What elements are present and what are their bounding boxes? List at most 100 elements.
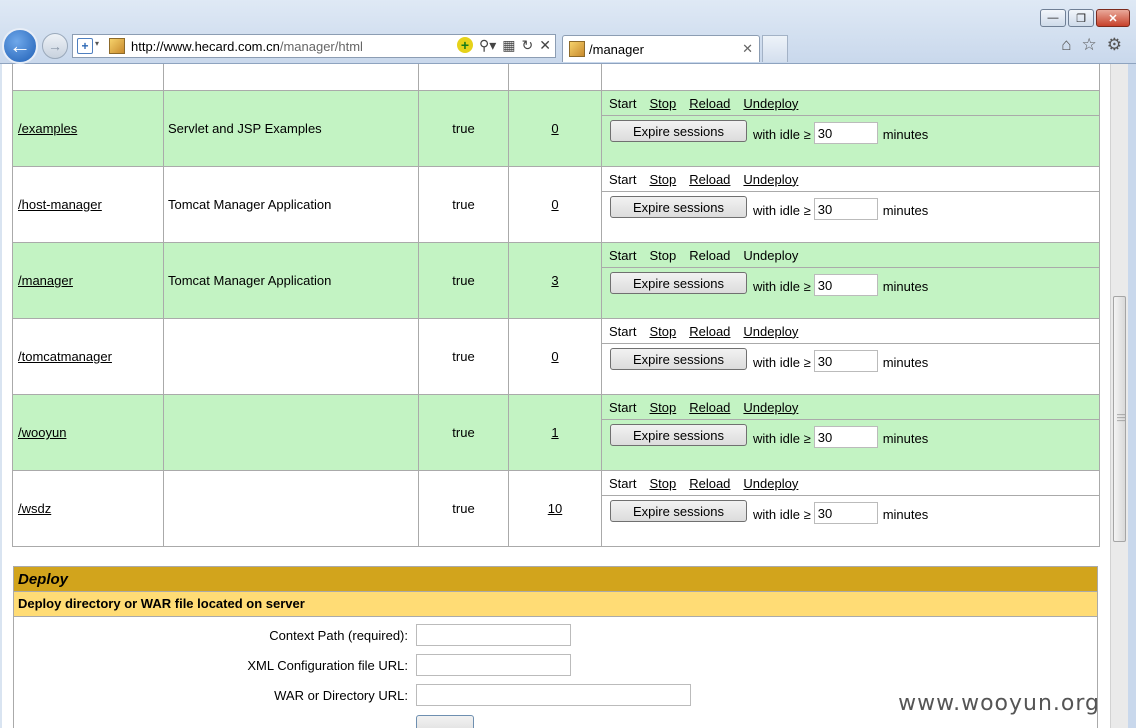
undeploy-link[interactable]: Undeploy bbox=[743, 172, 798, 187]
app-path-link[interactable]: /manager bbox=[18, 273, 73, 288]
expire-sessions-button[interactable]: Expire sessions bbox=[610, 424, 747, 446]
app-path-link[interactable]: /wsdz bbox=[18, 501, 51, 516]
xml-config-input[interactable] bbox=[416, 654, 571, 676]
app-path-cell: /tomcatmanager bbox=[12, 318, 164, 395]
undeploy-link[interactable]: Undeploy bbox=[743, 476, 798, 491]
start-text: Start bbox=[609, 323, 637, 339]
sessions-cell: 10 bbox=[508, 470, 602, 547]
idle-minutes-input[interactable] bbox=[813, 502, 878, 524]
minutes-label: minutes bbox=[882, 431, 929, 446]
toolbar-right-icons: ⌂ ☆ ⚙ bbox=[1061, 35, 1122, 55]
stop-text: Stop bbox=[649, 247, 677, 263]
forward-button[interactable]: → bbox=[42, 33, 68, 59]
address-bar[interactable]: + ▾ http://www.hecard.com.cn/manager/htm… bbox=[72, 34, 556, 58]
dropdown-caret-icon[interactable]: ▾ bbox=[95, 39, 99, 48]
expire-sessions-button[interactable]: Expire sessions bbox=[610, 120, 747, 142]
tab-title: /manager bbox=[589, 42, 644, 57]
sessions-link[interactable]: 0 bbox=[551, 121, 558, 136]
table-row: /tomcatmanager true 0 Start Stop Reload Undepl… bbox=[12, 318, 1100, 395]
stop-link[interactable]: Stop bbox=[649, 324, 676, 339]
context-path-input[interactable] bbox=[416, 624, 571, 646]
war-url-input[interactable] bbox=[416, 684, 691, 706]
browser-tab[interactable]: /manager ✕ bbox=[562, 35, 760, 62]
favorites-star-icon[interactable]: ☆ bbox=[1082, 35, 1097, 55]
expire-sessions-button[interactable]: Expire sessions bbox=[610, 500, 747, 522]
window-controls: — ❐ ✕ bbox=[1040, 9, 1130, 27]
minimize-button[interactable]: — bbox=[1040, 9, 1066, 27]
home-icon[interactable]: ⌂ bbox=[1061, 35, 1071, 55]
sessions-cell: 3 bbox=[508, 242, 602, 319]
idle-minutes-input[interactable] bbox=[813, 426, 878, 448]
refresh-icon[interactable]: ↻ bbox=[522, 37, 534, 54]
forward-arrow-icon: → bbox=[48, 38, 62, 54]
reload-text: Reload bbox=[689, 247, 731, 263]
app-path-cell: /examples bbox=[12, 90, 164, 167]
sessions-link[interactable]: 10 bbox=[548, 501, 562, 516]
running-cell: true bbox=[418, 470, 509, 547]
sessions-cell: 1 bbox=[508, 394, 602, 471]
undeploy-link[interactable]: Undeploy bbox=[743, 400, 798, 415]
app-path-cell: /manager bbox=[12, 242, 164, 319]
command-links: Start Stop Reload Undeploy bbox=[602, 395, 1099, 420]
idle-minutes-input[interactable] bbox=[813, 350, 878, 372]
sessions-link[interactable]: 0 bbox=[551, 349, 558, 364]
reload-link[interactable]: Reload bbox=[689, 400, 730, 415]
tab-close-icon[interactable]: ✕ bbox=[742, 41, 753, 57]
table-row: /wsdz true 10 Start Stop Reload Undeploy Expire… bbox=[12, 470, 1100, 547]
stop-link[interactable]: Stop bbox=[649, 400, 676, 415]
sessions-link[interactable]: 0 bbox=[551, 197, 558, 212]
app-path-cell: /wooyun bbox=[12, 394, 164, 471]
stop-link[interactable]: Stop bbox=[649, 96, 676, 111]
commands-cell: Start Stop Reload Undeploy Expire sessions wi… bbox=[601, 166, 1100, 243]
idle-label: with idle ≥ bbox=[753, 203, 811, 218]
security-shield-icon[interactable]: + bbox=[77, 38, 93, 54]
undeploy-link[interactable]: Undeploy bbox=[743, 96, 798, 111]
app-path-link[interactable]: /wooyun bbox=[18, 425, 66, 440]
commands-cell: Start Stop Reload Undeploy Expire sessions wi… bbox=[601, 470, 1100, 547]
stop-icon[interactable]: ✕ bbox=[539, 37, 551, 54]
reload-link[interactable]: Reload bbox=[689, 96, 730, 111]
vertical-scrollbar[interactable]: — — — bbox=[1110, 64, 1128, 728]
idle-minutes-input[interactable] bbox=[813, 122, 878, 144]
site-favicon-icon bbox=[109, 38, 125, 54]
idle-label: with idle ≥ bbox=[753, 279, 811, 294]
app-path-link[interactable]: /tomcatmanager bbox=[18, 349, 112, 364]
sessions-link[interactable]: 3 bbox=[551, 273, 558, 288]
undeploy-link[interactable]: Undeploy bbox=[743, 324, 798, 339]
app-path-link[interactable]: /examples bbox=[18, 121, 77, 136]
deploy-button[interactable] bbox=[416, 715, 474, 728]
stop-link[interactable]: Stop bbox=[649, 172, 676, 187]
reload-link[interactable]: Reload bbox=[689, 324, 730, 339]
back-button[interactable]: ← bbox=[2, 28, 38, 64]
expire-sessions-button[interactable]: Expire sessions bbox=[610, 348, 747, 370]
reload-link[interactable]: Reload bbox=[689, 172, 730, 187]
browser-chrome: — ❐ ✕ ← → + ▾ http://www.hecard.com.cn/m… bbox=[0, 0, 1136, 64]
compat-mode-icon[interactable]: ▦ bbox=[502, 37, 515, 54]
war-url-label: WAR or Directory URL: bbox=[274, 688, 408, 703]
expire-sessions-button[interactable]: Expire sessions bbox=[610, 272, 747, 294]
commands-cell: Start Stop Reload Undeploy Expire sessions wi… bbox=[601, 318, 1100, 395]
restore-button[interactable]: ❐ bbox=[1068, 9, 1094, 27]
reload-link[interactable]: Reload bbox=[689, 476, 730, 491]
new-tab-button[interactable] bbox=[762, 35, 788, 62]
search-icon[interactable]: ⚲▾ bbox=[479, 37, 496, 54]
context-path-row: Context Path (required): bbox=[14, 624, 1097, 648]
settings-gear-icon[interactable]: ⚙ bbox=[1107, 35, 1122, 55]
url-text[interactable]: http://www.hecard.com.cn/manager/html bbox=[131, 39, 363, 54]
scrollbar-thumb[interactable]: — — — bbox=[1113, 296, 1126, 542]
command-links: Start Stop Reload Undeploy bbox=[602, 319, 1099, 344]
close-window-button[interactable]: ✕ bbox=[1096, 9, 1130, 27]
app-path-link[interactable]: /host-manager bbox=[18, 197, 102, 212]
idle-minutes-input[interactable] bbox=[813, 274, 878, 296]
running-cell: true bbox=[418, 394, 509, 471]
sessions-link[interactable]: 1 bbox=[551, 425, 558, 440]
minutes-label: minutes bbox=[882, 507, 929, 522]
expire-sessions-button[interactable]: Expire sessions bbox=[610, 196, 747, 218]
idle-minutes-input[interactable] bbox=[813, 198, 878, 220]
compatibility-view-icon[interactable]: + bbox=[457, 37, 474, 53]
table-row: /manager Tomcat Manager Application true 3 S… bbox=[12, 242, 1100, 319]
sessions-cell: 0 bbox=[508, 90, 602, 167]
table-row: /examples Servlet and JSP Examples true 0 St… bbox=[12, 90, 1100, 167]
display-name-cell bbox=[163, 470, 419, 547]
stop-link[interactable]: Stop bbox=[649, 476, 676, 491]
